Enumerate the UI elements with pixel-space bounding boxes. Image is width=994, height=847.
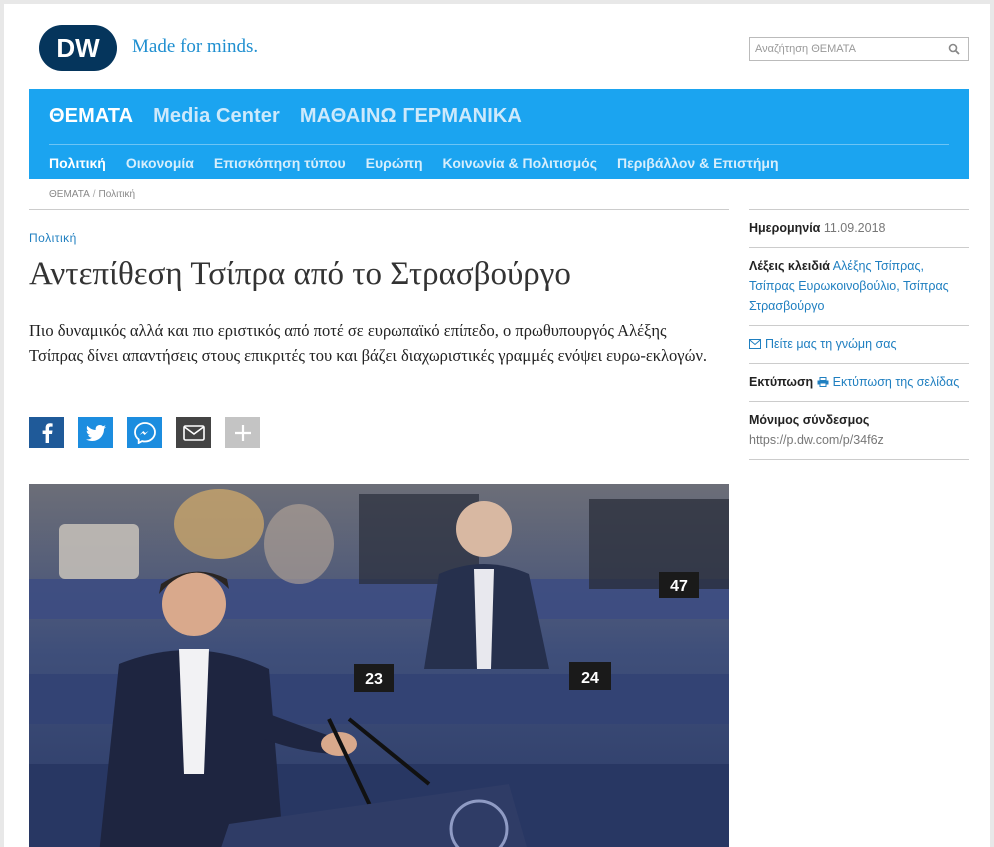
subnav-politics[interactable]: Πολιτική	[49, 155, 106, 171]
email-icon	[182, 424, 205, 441]
permalink-value[interactable]: https://p.dw.com/p/34f6z	[749, 430, 969, 450]
share-twitter-button[interactable]	[78, 417, 113, 448]
plus-icon	[234, 424, 251, 441]
date-label: Ημερομηνία	[749, 221, 821, 235]
search-box[interactable]	[749, 37, 969, 61]
main-navigation: ΘΕΜΑΤΑ Media Center ΜΑΘΑΙΝΩ ΓΕΡΜΑΝΙΚΑ Πο…	[29, 89, 969, 179]
parliament-photo-illustration: 47 23 24	[29, 484, 729, 847]
nav-themata[interactable]: ΘΕΜΑΤΑ	[49, 105, 133, 128]
keywords-label: Λέξεις κλειδιά	[749, 259, 830, 273]
article-sidebar: Ημερομηνία 11.09.2018 Λέξεις κλειδιά Αλέ…	[749, 209, 969, 460]
nav-divider	[49, 144, 949, 145]
feedback-link[interactable]: Πείτε μας τη γνώμη σας	[765, 337, 897, 351]
subnav-society-culture[interactable]: Κοινωνία & Πολιτισμός	[443, 155, 597, 171]
print-row: Εκτύπωση Εκτύπωση της σελίδας	[749, 363, 969, 401]
keyword-link-tsipras-europarliament[interactable]: Τσίπρας Ευρωκοινοβούλιο,	[749, 279, 900, 293]
seat-number-23: 23	[365, 671, 383, 688]
tagline: Made for minds.	[132, 36, 259, 57]
dw-logo[interactable]: DW	[38, 24, 118, 72]
date-value: 11.09.2018	[823, 221, 886, 235]
article-photo[interactable]: 47 23 24	[29, 484, 729, 847]
keywords-row: Λέξεις κλειδιά Αλέξης Τσίπρας, Τσίπρας Ε…	[749, 247, 969, 325]
divider	[29, 209, 729, 210]
share-bar	[29, 417, 260, 448]
breadcrumb-themata[interactable]: ΘΕΜΑΤΑ	[49, 189, 90, 200]
secondary-nav: Πολιτική Οικονομία Επισκόπηση τύπου Ευρώ…	[49, 155, 779, 171]
breadcrumb: ΘΕΜΑΤΑ / Πολιτική	[49, 189, 136, 200]
share-messenger-button[interactable]	[127, 417, 162, 448]
nav-learn-german[interactable]: ΜΑΘΑΙΝΩ ΓΕΡΜΑΝΙΚΑ	[300, 105, 522, 128]
breadcrumb-politics[interactable]: Πολιτική	[99, 189, 136, 200]
subnav-environment-science[interactable]: Περιβάλλον & Επιστήμη	[617, 155, 779, 171]
primary-nav: ΘΕΜΑΤΑ Media Center ΜΑΘΑΙΝΩ ΓΕΡΜΑΝΙΚΑ	[49, 105, 522, 128]
logo-text: DW	[56, 33, 100, 63]
share-email-button[interactable]	[176, 417, 211, 448]
envelope-icon	[749, 339, 761, 349]
subnav-press-review[interactable]: Επισκόπηση τύπου	[214, 155, 346, 171]
share-facebook-button[interactable]	[29, 417, 64, 448]
search-icon[interactable]	[948, 43, 960, 55]
print-label: Εκτύπωση	[749, 375, 814, 389]
share-more-button[interactable]	[225, 417, 260, 448]
article-headline: Αντεπίθεση Τσίπρα από το Στρασβούργο	[29, 256, 571, 292]
subnav-europe[interactable]: Ευρώπη	[366, 155, 423, 171]
seat-number-24: 24	[581, 670, 599, 687]
permalink-label: Μόνιμος σύνδεσμος	[749, 413, 870, 427]
feedback-row: Πείτε μας τη γνώμη σας	[749, 325, 969, 363]
article-kicker[interactable]: Πολιτική	[29, 231, 77, 245]
facebook-icon	[42, 422, 53, 443]
printer-icon	[817, 377, 829, 387]
nav-media-center[interactable]: Media Center	[153, 105, 280, 128]
keyword-link-tsipras[interactable]: Αλέξης Τσίπρας,	[833, 259, 924, 273]
article-intro: Πιο δυναμικός αλλά και πιο εριστικός από…	[29, 321, 708, 365]
twitter-icon	[85, 424, 106, 441]
page: DW Made for minds. ΘΕΜΑΤΑ Media Center Μ…	[4, 4, 990, 847]
seat-number-47: 47	[670, 578, 688, 595]
permalink-row: Μόνιμος σύνδεσμος https://p.dw.com/p/34f…	[749, 401, 969, 460]
messenger-icon	[133, 421, 156, 444]
date-row: Ημερομηνία 11.09.2018	[749, 209, 969, 247]
search-input[interactable]	[750, 38, 940, 60]
print-link[interactable]: Εκτύπωση της σελίδας	[833, 375, 960, 389]
subnav-economy[interactable]: Οικονομία	[126, 155, 194, 171]
